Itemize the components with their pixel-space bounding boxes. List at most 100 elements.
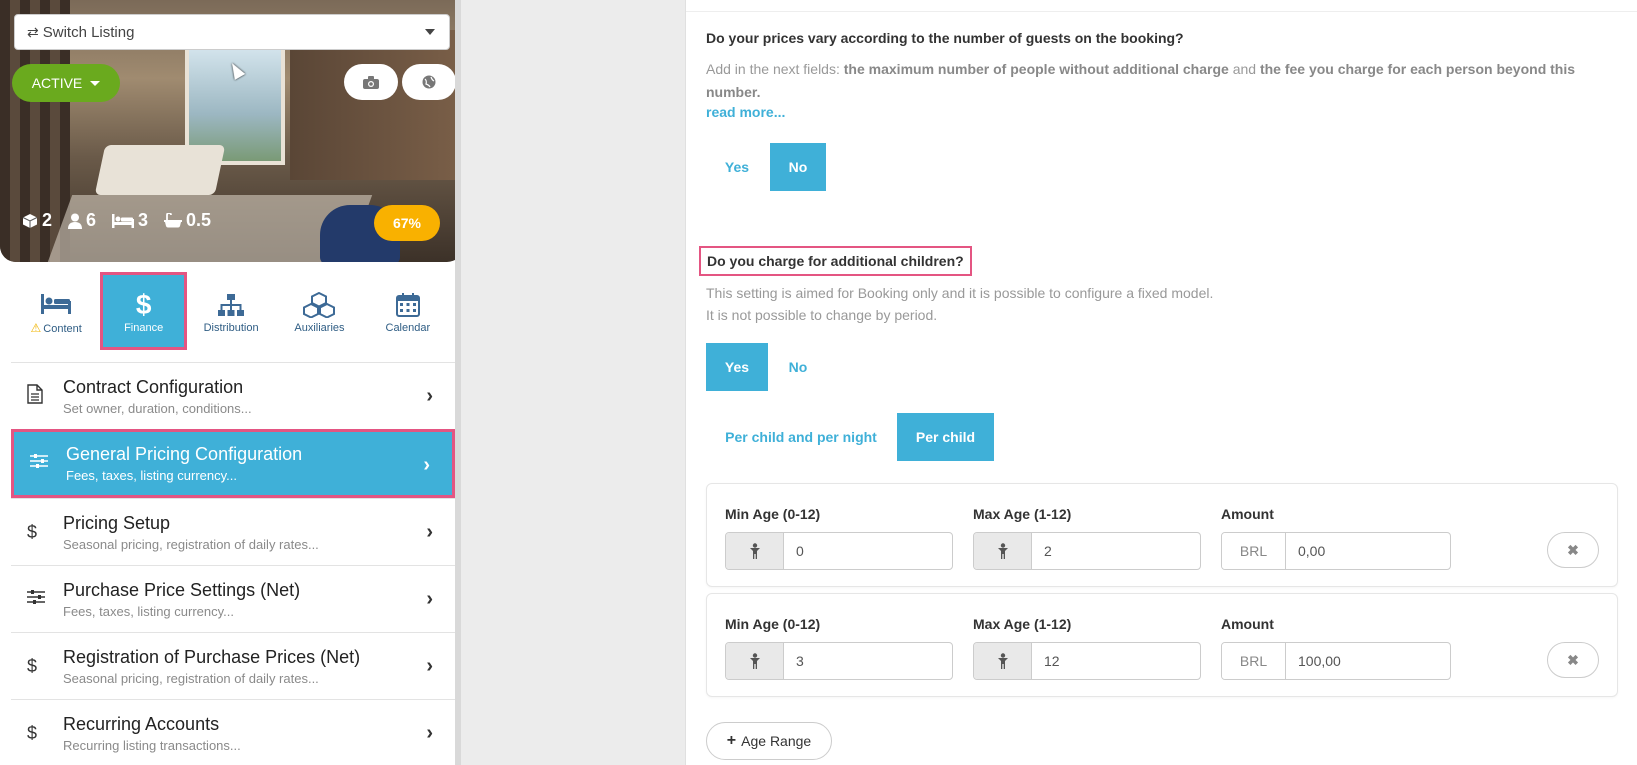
- max-age-value: 2: [1044, 543, 1052, 559]
- sliders-icon: [30, 453, 66, 474]
- cubes-icon: [303, 288, 336, 322]
- tab-content[interactable]: ⚠ Content: [12, 272, 100, 350]
- remove-age-range-button[interactable]: ✖: [1547, 532, 1599, 568]
- menu-item-texts: Contract Configuration Set owner, durati…: [63, 377, 252, 416]
- tab-distribution[interactable]: Distribution: [187, 272, 275, 350]
- children-desc-line1: This setting is aimed for Booking only a…: [706, 285, 1214, 301]
- completion-badge: 67%: [374, 205, 440, 241]
- tab-content-label-wrap: ⚠ Content: [31, 321, 82, 335]
- menu-item-texts: Registration of Purchase Prices (Net) Se…: [63, 647, 360, 686]
- amount-label: Amount: [1221, 506, 1274, 522]
- desc-and: and: [1228, 61, 1260, 77]
- listing-photo: ⇄ Switch Listing ACTIVE 2 6 3 0.5 67%: [0, 0, 455, 262]
- menu-item-pricing-setup[interactable]: $ Pricing Setup Seasonal pricing, regist…: [11, 498, 455, 565]
- globe-button[interactable]: [402, 64, 455, 100]
- close-icon: ✖: [1567, 541, 1579, 558]
- max-age-label: Max Age (1-12): [973, 506, 1072, 522]
- dollar-icon: $: [27, 655, 38, 676]
- tab-finance-label: Finance: [124, 322, 164, 334]
- globe-icon: [422, 75, 436, 89]
- desc-prefix: Add in the next fields:: [706, 61, 844, 77]
- switch-listing-select[interactable]: ⇄ Switch Listing: [14, 14, 450, 50]
- amount-input[interactable]: BRL 100,00: [1221, 642, 1451, 680]
- menu-item-subtitle: Fees, taxes, listing currency...: [66, 468, 237, 483]
- bath-icon: [164, 212, 183, 227]
- menu-item-title: Pricing Setup: [63, 512, 171, 533]
- per-child-per-night-button[interactable]: Per child and per night: [706, 413, 896, 461]
- desc-bold-max-people: the maximum number of people without add…: [843, 61, 1229, 77]
- children-question-description: This setting is aimed for Booking only a…: [706, 282, 1213, 326]
- switch-listing-label: Switch Listing: [42, 23, 135, 41]
- photo-wall: [290, 30, 455, 180]
- close-icon: ✖: [1567, 651, 1579, 668]
- cube-icon: [22, 213, 38, 228]
- children-yes-button[interactable]: Yes: [706, 343, 768, 391]
- guests-question-title: Do your prices vary according to the num…: [706, 30, 1184, 46]
- caret-down-icon: [425, 29, 435, 35]
- section-tabs: ⚠ Content $ Finance Distribution Auxiliar…: [12, 272, 452, 352]
- dollar-icon: $: [27, 722, 38, 743]
- add-age-range-button[interactable]: + Age Range: [706, 722, 832, 760]
- amount-value: 0,00: [1298, 543, 1326, 559]
- add-age-range-label: Age Range: [741, 733, 812, 749]
- stat-guests: 6: [68, 210, 96, 231]
- currency-addon: BRL: [1222, 533, 1286, 569]
- menu-item-texts: Pricing Setup Seasonal pricing, registra…: [63, 513, 319, 552]
- chevron-right-icon: ›: [426, 521, 433, 543]
- read-more-link[interactable]: read more...: [706, 104, 785, 120]
- exchange-icon: ⇄: [27, 23, 39, 40]
- photo-sofa: [94, 145, 226, 195]
- finance-menu: Contract Configuration Set owner, durati…: [11, 362, 455, 765]
- menu-item-general-pricing-configuration[interactable]: General Pricing Configuration Fees, taxe…: [11, 429, 455, 498]
- background-gap: [461, 0, 685, 765]
- max-age-label: Max Age (1-12): [973, 616, 1072, 632]
- stat-beds: 3: [112, 210, 148, 231]
- stat-rooms: 2: [22, 210, 52, 231]
- amount-label: Amount: [1221, 616, 1274, 632]
- guests-question-description: Add in the next fields: the maximum numb…: [706, 58, 1586, 104]
- menu-item-title: Contract Configuration: [63, 376, 244, 397]
- min-age-input[interactable]: 0: [725, 532, 953, 570]
- menu-item-contract-configuration[interactable]: Contract Configuration Set owner, durati…: [11, 362, 455, 429]
- sidebar: ⇄ Switch Listing ACTIVE 2 6 3 0.5 67% ⚠ …: [0, 0, 455, 765]
- tab-finance[interactable]: $ Finance: [100, 272, 187, 350]
- calendar-icon: [395, 288, 420, 322]
- sliders-icon: [27, 589, 63, 610]
- tab-calendar[interactable]: Calendar: [364, 272, 452, 350]
- bed-icon: [41, 287, 72, 321]
- menu-item-purchase-price-settings[interactable]: Purchase Price Settings (Net) Fees, taxe…: [11, 565, 455, 632]
- stat-rooms-value: 2: [42, 210, 53, 230]
- max-age-input[interactable]: 2: [973, 532, 1201, 570]
- child-icon: [974, 643, 1032, 679]
- status-dropdown-button[interactable]: ACTIVE: [12, 64, 120, 102]
- menu-item-texts: General Pricing Configuration Fees, taxe…: [66, 444, 302, 483]
- stat-baths: 0.5: [164, 210, 211, 231]
- per-child-button[interactable]: Per child: [897, 413, 994, 461]
- menu-item-subtitle: Recurring listing transactions...: [63, 737, 241, 753]
- chevron-right-icon: ›: [423, 454, 430, 476]
- tab-auxiliaries[interactable]: Auxiliaries: [275, 272, 363, 350]
- photos-button[interactable]: [344, 64, 398, 100]
- min-age-input[interactable]: 3: [725, 642, 953, 680]
- guests-no-button[interactable]: No: [770, 143, 826, 191]
- max-age-input[interactable]: 12: [973, 642, 1201, 680]
- guests-yes-button[interactable]: Yes: [706, 143, 768, 191]
- menu-item-title: Purchase Price Settings (Net): [63, 579, 301, 600]
- amount-input[interactable]: BRL 0,00: [1221, 532, 1451, 570]
- tab-content-label: Content: [43, 323, 82, 335]
- children-no-button[interactable]: No: [770, 343, 826, 391]
- menu-item-subtitle: Fees, taxes, listing currency...: [63, 603, 234, 619]
- remove-age-range-button[interactable]: ✖: [1547, 642, 1599, 678]
- chevron-right-icon: ›: [426, 655, 433, 677]
- status-label: ACTIVE: [31, 75, 83, 91]
- bed-icon: [112, 213, 135, 228]
- user-icon: [68, 213, 83, 229]
- age-range-row: Min Age (0-12) 0 Max Age (1-12) 2 Amount…: [706, 483, 1618, 587]
- tab-calendar-label: Calendar: [385, 322, 431, 334]
- menu-item-recurring-accounts[interactable]: $ Recurring Accounts Recurring listing t…: [11, 699, 455, 765]
- max-age-value: 12: [1044, 653, 1060, 669]
- min-age-label: Min Age (0-12): [725, 506, 821, 522]
- dollar-icon: $: [135, 289, 152, 320]
- menu-item-registration-of-purchase-prices[interactable]: $ Registration of Purchase Prices (Net) …: [11, 632, 455, 699]
- menu-item-subtitle: Seasonal pricing, registration of daily …: [63, 536, 319, 552]
